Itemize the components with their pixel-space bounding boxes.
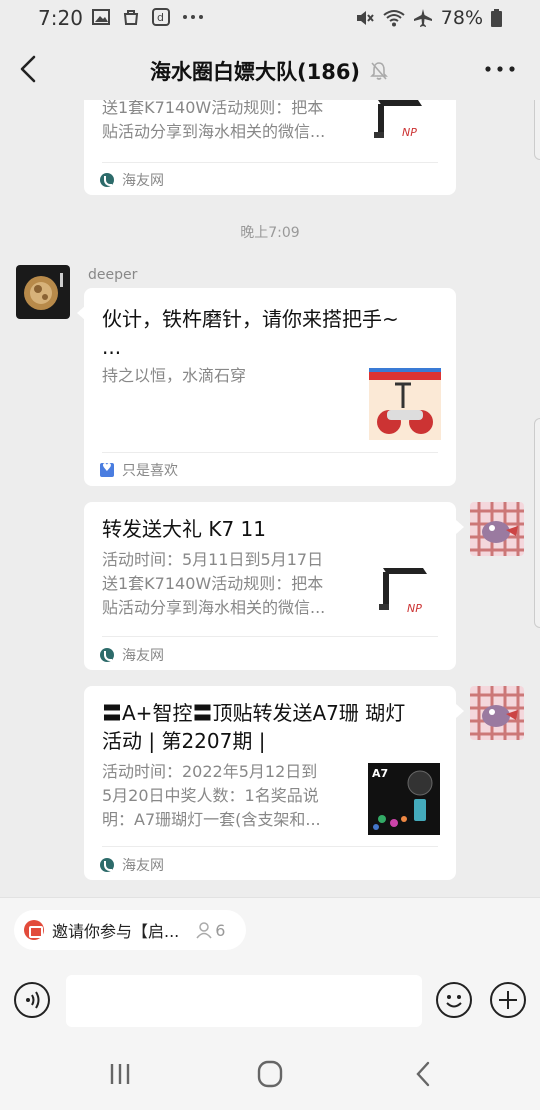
lamp-thumbnail-image: NP	[364, 100, 436, 160]
haiyou-logo-icon	[100, 648, 114, 662]
avatar-self[interactable]	[470, 502, 524, 556]
svg-text:NP: NP	[402, 126, 417, 139]
link-card-a7[interactable]: 〓A+智控〓顶贴转发送A7珊 瑚灯 活动 | 第2207期 | 活动时间：202…	[84, 686, 456, 880]
card-source-label: 海友网	[122, 648, 164, 664]
side-edge-handle[interactable]	[534, 418, 540, 628]
emoji-button[interactable]	[436, 982, 472, 1018]
more-functions-button[interactable]	[490, 982, 526, 1018]
avatar-image	[470, 502, 524, 556]
card-title: 转发送大礼 K7 11	[102, 517, 267, 541]
invite-label: 邀请你参与【启...	[52, 922, 180, 941]
card-title-line: 〓A+智控〓顶贴转发送A7珊 瑚灯	[102, 701, 406, 725]
system-back-icon[interactable]	[404, 1059, 444, 1089]
haiyou-logo-icon	[100, 858, 114, 872]
card-source: 只是喜欢	[100, 460, 178, 480]
card-desc-line: 贴活动分享到海水相关的微信...	[102, 598, 326, 617]
more-dots-icon	[183, 15, 203, 19]
card-desc-line: 活动时间：5月11日到5月17日	[102, 550, 324, 569]
card-divider	[102, 162, 438, 163]
coral-lamp-thumbnail-image: A7	[368, 763, 440, 835]
card-divider	[102, 846, 438, 847]
card-title-line: 活动 | 第2207期 |	[102, 729, 266, 753]
chat-footer: 邀请你参与【启... 6	[0, 897, 540, 1110]
system-nav-bar	[0, 1039, 540, 1110]
link-card-deeper[interactable]: 伙计，铁杵磨针，请你来搭把手~ ... 持之以恒，水滴石穿 只是喜欢	[84, 288, 456, 486]
svg-text:NP: NP	[407, 602, 422, 615]
lamp-thumbnail-image: NP	[369, 558, 441, 630]
card-desc-line: 贴活动分享到海水相关的微信...	[102, 122, 326, 141]
status-notification-icons: d	[92, 8, 204, 26]
chat-header: 海水圈白嫖大队(186)	[0, 38, 540, 100]
card-source-label: 海友网	[122, 858, 164, 874]
scooter-thumbnail-image	[369, 368, 441, 440]
invite-count-value: 6	[215, 920, 226, 940]
message-input[interactable]	[66, 975, 422, 1027]
card-desc-line: 5月20日中奖人数：1名奖品说	[102, 786, 319, 805]
avatar-deeper[interactable]	[16, 265, 70, 319]
bubble-tail	[456, 520, 464, 534]
svg-text:d: d	[157, 11, 164, 24]
status-bar: 7:20 d 78%	[0, 0, 540, 38]
recent-apps-icon[interactable]	[100, 1059, 140, 1089]
avatar-image	[16, 265, 70, 319]
home-icon[interactable]	[250, 1059, 290, 1089]
voice-icon	[26, 991, 40, 1009]
emoji-icon	[446, 995, 462, 1008]
card-desc-line: 活动时间：2022年5月12日到	[102, 762, 318, 781]
card-source: 海友网	[100, 645, 164, 665]
link-card-k7[interactable]: 转发送大礼 K7 11 活动时间：5月11日到5月17日 送1套K7140W活动…	[84, 502, 456, 670]
svg-text:A7: A7	[372, 767, 388, 780]
card-source-label: 只是喜欢	[122, 463, 178, 479]
card-thumbnail: A7	[368, 763, 440, 835]
card-desc-line: 送1套K7140W活动规则：把本	[102, 574, 324, 593]
card-title-line: ...	[102, 335, 122, 359]
invite-gift-icon	[24, 920, 44, 940]
bubble-tail	[456, 704, 464, 718]
status-time: 7:20	[38, 6, 83, 30]
message-timestamp: 晚上7:09	[240, 225, 300, 241]
side-edge-handle[interactable]	[534, 100, 540, 160]
heart-logo-icon	[100, 461, 114, 477]
plus-icon	[499, 991, 517, 1009]
card-source: 海友网	[100, 170, 164, 190]
card-thumbnail: NP	[364, 100, 436, 160]
card-source-label: 海友网	[122, 173, 164, 189]
card-thumbnail: NP	[369, 558, 441, 630]
card-thumbnail	[369, 368, 441, 440]
sender-name: deeper	[88, 267, 138, 283]
chat-title: 海水圈白嫖大队(186)	[150, 60, 361, 84]
avatar-self[interactable]	[470, 686, 524, 740]
airplane-icon	[413, 9, 432, 27]
voice-input-button[interactable]	[14, 982, 50, 1018]
mute-icon	[356, 11, 374, 25]
battery-percent: 78%	[440, 7, 483, 29]
chat-title-group[interactable]: 海水圈白嫖大队(186)	[150, 56, 388, 86]
person-icon	[196, 922, 212, 939]
card-desc-line: 明：A7珊瑚灯一套(含支架和...	[102, 810, 321, 829]
wifi-icon	[383, 10, 405, 27]
card-divider	[102, 452, 438, 453]
shopping-bag-icon	[123, 10, 139, 25]
card-desc: 持之以恒，水滴石穿	[102, 366, 247, 385]
chat-message-list[interactable]: 送1套K7140W活动规则：把本 贴活动分享到海水相关的微信... NP 海友网…	[0, 100, 540, 897]
card-divider	[102, 636, 438, 637]
avatar-image	[470, 686, 524, 740]
battery-icon	[491, 9, 502, 27]
card-title-line: 伙计，铁杵磨针，请你来搭把手~	[102, 307, 399, 331]
link-card-partial[interactable]: 送1套K7140W活动规则：把本 贴活动分享到海水相关的微信... NP 海友网	[84, 100, 456, 195]
message-input-row	[0, 972, 540, 1028]
gallery-icon	[92, 9, 110, 25]
dianping-icon: d	[152, 8, 170, 26]
back-arrow-icon[interactable]	[14, 52, 44, 86]
card-desc-line: 送1套K7140W活动规则：把本	[102, 100, 324, 117]
mute-bell-icon	[370, 62, 388, 80]
group-invite-banner[interactable]: 邀请你参与【启... 6	[14, 910, 246, 950]
invite-participant-count: 6	[195, 921, 225, 940]
haiyou-logo-icon	[100, 173, 114, 187]
card-source: 海友网	[100, 855, 164, 875]
status-system-icons: 78%	[355, 7, 502, 29]
more-icon[interactable]	[482, 58, 518, 80]
